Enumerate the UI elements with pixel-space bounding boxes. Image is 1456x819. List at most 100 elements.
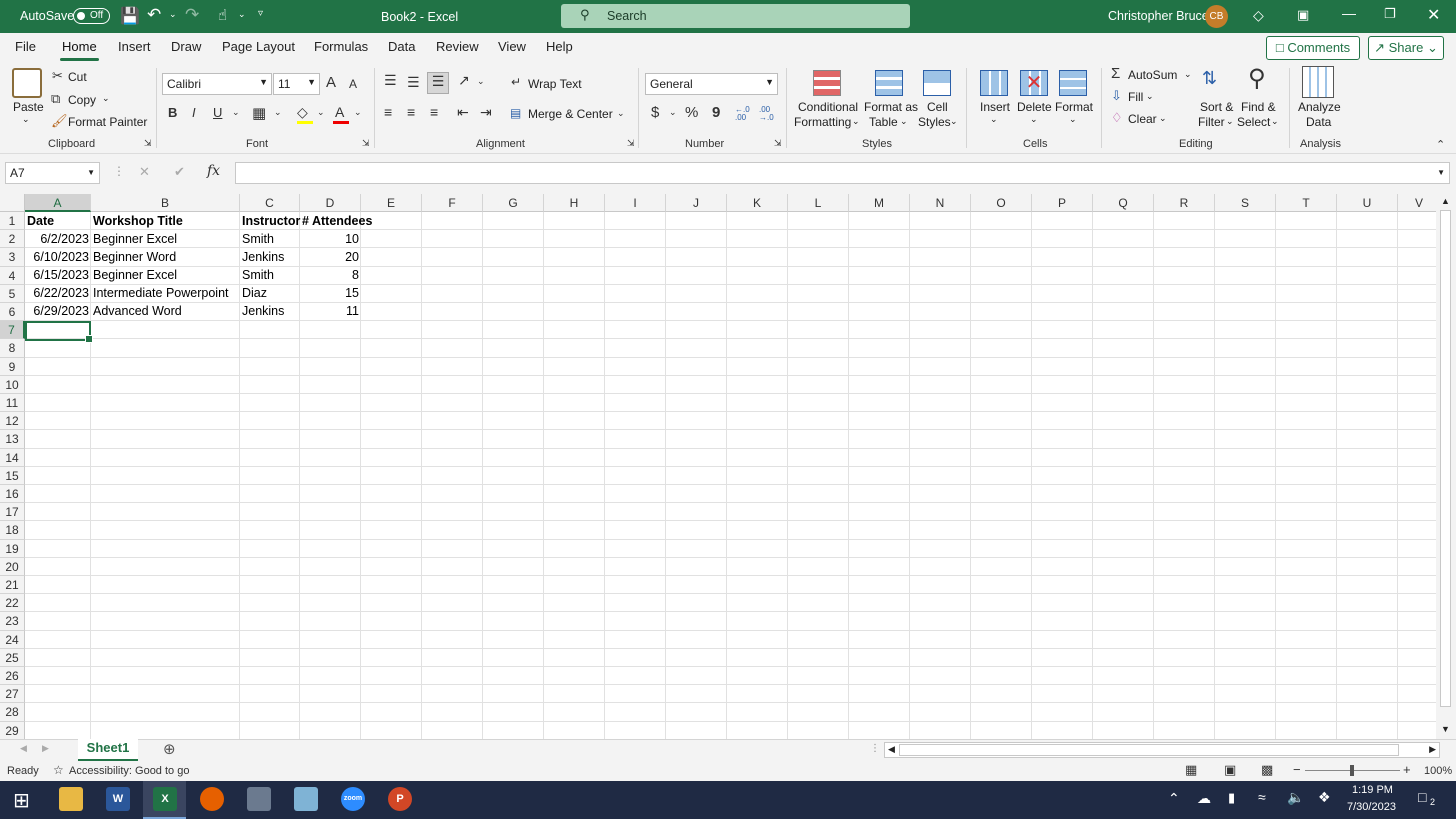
scroll-left-icon[interactable]: ◀ bbox=[888, 744, 895, 755]
row-header-22[interactable]: 22 bbox=[0, 594, 25, 613]
collapse-ribbon-icon[interactable]: ⌃ bbox=[1436, 138, 1445, 151]
table-cell-title[interactable]: Intermediate Powerpoint bbox=[91, 284, 240, 302]
clear-button[interactable]: Clear bbox=[1128, 112, 1157, 126]
table-cell-instructor[interactable]: Jenkins bbox=[240, 302, 301, 320]
row-header-20[interactable]: 20 bbox=[0, 557, 25, 576]
firefox-icon[interactable] bbox=[200, 787, 224, 811]
comments-button[interactable]: □ Comments bbox=[1266, 36, 1360, 60]
cut-button[interactable]: Cut bbox=[68, 70, 87, 84]
add-sheet-icon[interactable]: ⊕ bbox=[163, 740, 176, 758]
row-header-29[interactable]: 29 bbox=[0, 721, 25, 739]
row-header-5[interactable]: 5 bbox=[0, 284, 25, 303]
table-cell-title[interactable]: Beginner Excel bbox=[91, 266, 240, 284]
row-header-6[interactable]: 6 bbox=[0, 303, 25, 322]
paste-icon[interactable] bbox=[12, 68, 42, 98]
tab-review[interactable]: Review bbox=[436, 39, 479, 54]
page-break-view-icon[interactable]: ▩ bbox=[1261, 762, 1273, 778]
format-as-table-label[interactable]: Format as bbox=[864, 100, 918, 114]
paste-dropdown-icon[interactable]: ⌄ bbox=[22, 114, 30, 125]
currency-dropdown-icon[interactable]: ⌄ bbox=[669, 107, 677, 118]
paste-button[interactable]: Paste bbox=[13, 100, 44, 114]
fill-dropdown-icon[interactable]: ⌄ bbox=[1146, 91, 1154, 102]
save-icon[interactable]: 💾 bbox=[120, 6, 140, 26]
dropbox-icon[interactable]: ❖ bbox=[1318, 789, 1331, 806]
calculator-icon[interactable] bbox=[247, 787, 271, 811]
column-header-i[interactable]: I bbox=[605, 194, 666, 212]
row-header-15[interactable]: 15 bbox=[0, 466, 25, 485]
ribbon-display-icon[interactable]: ▣ bbox=[1297, 7, 1309, 23]
autosave-toggle[interactable]: Off bbox=[73, 8, 110, 24]
clock-date[interactable]: 7/30/2023 bbox=[1347, 801, 1396, 813]
user-name[interactable]: Christopher Bruce bbox=[1108, 9, 1209, 23]
column-header-t[interactable]: T bbox=[1276, 194, 1337, 212]
row-header-17[interactable]: 17 bbox=[0, 503, 25, 522]
show-hidden-icons[interactable]: ⌃ bbox=[1168, 790, 1180, 807]
volume-icon[interactable]: 🔈 bbox=[1287, 789, 1304, 806]
undo-dropdown-icon[interactable]: ⌄ bbox=[169, 9, 177, 20]
column-header-v[interactable]: V bbox=[1398, 194, 1441, 212]
column-header-h[interactable]: H bbox=[544, 194, 605, 212]
row-header-28[interactable]: 28 bbox=[0, 703, 25, 722]
restore-icon[interactable]: ❐ bbox=[1384, 6, 1396, 22]
battery-icon[interactable]: ▮ bbox=[1228, 790, 1235, 806]
sort-dropdown-icon[interactable]: ⌄ bbox=[1226, 116, 1234, 127]
align-top-icon[interactable]: ☰ bbox=[384, 72, 397, 89]
table-cell-instructor[interactable]: Jenkins bbox=[240, 248, 301, 266]
analyze-data-label[interactable]: Analyze bbox=[1298, 100, 1341, 114]
delete-cells-button[interactable]: Delete bbox=[1017, 100, 1052, 114]
column-header-a[interactable]: A bbox=[25, 194, 91, 212]
tab-page-layout[interactable]: Page Layout bbox=[222, 39, 295, 54]
conditional-dropdown-icon[interactable]: ⌄ bbox=[852, 116, 860, 127]
find-dropdown-icon[interactable]: ⌄ bbox=[1271, 116, 1279, 127]
column-header-d[interactable]: D bbox=[300, 194, 361, 212]
row-header-10[interactable]: 10 bbox=[0, 375, 25, 394]
borders-icon[interactable]: ▦ bbox=[252, 104, 266, 122]
enter-icon[interactable]: ✔ bbox=[174, 164, 185, 180]
table-cell-instructor[interactable]: Smith bbox=[240, 266, 301, 284]
zoom-level[interactable]: 100% bbox=[1424, 765, 1452, 777]
cancel-icon[interactable]: ✕ bbox=[139, 164, 150, 180]
format-cells-button[interactable]: Format bbox=[1055, 100, 1093, 114]
zoom-slider-thumb[interactable] bbox=[1350, 765, 1354, 776]
row-header-8[interactable]: 8 bbox=[0, 339, 25, 358]
number-format-select[interactable]: General ▼ bbox=[645, 73, 778, 95]
page-layout-view-icon[interactable]: ▣ bbox=[1224, 762, 1236, 778]
tab-help[interactable]: Help bbox=[546, 39, 573, 54]
row-header-9[interactable]: 9 bbox=[0, 357, 25, 376]
align-right-icon[interactable]: ≡ bbox=[430, 104, 438, 120]
autosum-dropdown-icon[interactable]: ⌄ bbox=[1184, 69, 1192, 80]
fill-color-icon[interactable]: ◇ bbox=[297, 104, 308, 121]
column-header-p[interactable]: P bbox=[1032, 194, 1093, 212]
row-header-12[interactable]: 12 bbox=[0, 412, 25, 431]
wrap-text-button[interactable]: Wrap Text bbox=[528, 77, 582, 91]
insert-function-button[interactable]: fx bbox=[207, 163, 220, 179]
table-cell-attendees[interactable]: 8 bbox=[300, 266, 361, 284]
column-header-u[interactable]: U bbox=[1337, 194, 1398, 212]
table-cell-instructor[interactable]: Diaz bbox=[240, 284, 301, 302]
fill-button[interactable]: Fill bbox=[1128, 90, 1143, 104]
align-center-icon[interactable]: ≡ bbox=[407, 104, 415, 120]
accessibility-status[interactable]: Accessibility: Good to go bbox=[69, 765, 189, 777]
cell-styles-label[interactable]: Cell bbox=[927, 100, 948, 114]
column-header-f[interactable]: F bbox=[422, 194, 483, 212]
sort-filter-label[interactable]: Sort & bbox=[1200, 100, 1233, 114]
shrink-font-icon[interactable]: A bbox=[349, 77, 357, 91]
row-header-27[interactable]: 27 bbox=[0, 685, 25, 704]
clipboard-launcher-icon[interactable]: ⇲ bbox=[144, 138, 152, 149]
table-cell-instructor[interactable]: Smith bbox=[240, 230, 301, 248]
column-header-c[interactable]: C bbox=[240, 194, 300, 212]
horizontal-scrollbar[interactable]: ◀ ▶ bbox=[884, 742, 1440, 758]
underline-button[interactable]: U bbox=[213, 105, 222, 120]
column-header-s[interactable]: S bbox=[1215, 194, 1276, 212]
table-cell-date[interactable]: 6/2/2023 bbox=[25, 230, 91, 248]
zoom-in-icon[interactable]: + bbox=[1403, 762, 1411, 777]
scroll-right-icon[interactable]: ▶ bbox=[1429, 744, 1436, 755]
format-dropdown-icon[interactable]: ⌄ bbox=[1069, 114, 1077, 125]
currency-button[interactable]: $ bbox=[651, 104, 659, 121]
autosum-button[interactable]: AutoSum bbox=[1128, 68, 1177, 82]
insert-cells-button[interactable]: Insert bbox=[980, 100, 1010, 114]
table-cell-title[interactable]: Beginner Excel bbox=[91, 230, 240, 248]
row-header-1[interactable]: 1 bbox=[0, 212, 25, 231]
header-cell-instructor[interactable]: Instructor bbox=[240, 212, 301, 230]
row-header-25[interactable]: 25 bbox=[0, 648, 25, 667]
